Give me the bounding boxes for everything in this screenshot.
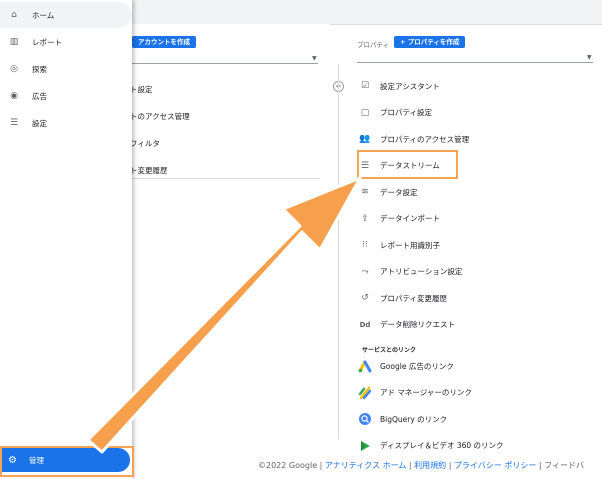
dv360-icon [358, 439, 372, 453]
property-selector[interactable] [357, 62, 593, 63]
home-icon: ⌂ [11, 10, 17, 20]
property-item-label: プロパティ変更履歴 [380, 293, 448, 303]
property-item-data-import[interactable]: ⇪ データインポート [358, 206, 602, 233]
property-item-label: アトリビューション設定 [380, 267, 463, 277]
property-item-label: データ削除リクエスト [380, 320, 455, 330]
footer: ©2022 Google | アナリティクス ホーム | 利用規約 | プライバ… [258, 460, 584, 471]
check-box-icon: ☑ [360, 81, 370, 92]
footer-feedback[interactable]: フィードバ [544, 461, 584, 470]
footer-copyright: ©2022 Google | [258, 461, 323, 470]
list-icon: ☰ [9, 118, 19, 128]
link-label: BigQuery のリンク [380, 414, 448, 424]
link-label: ディスプレイ＆ビデオ 360 のリンク [380, 441, 504, 451]
property-item-label: 設定アシスタント [380, 81, 440, 91]
account-dropdown-icon[interactable]: ▼ [312, 55, 317, 62]
property-item-label: レポート用識別子 [380, 240, 440, 250]
account-item-settings[interactable]: ト設定 [130, 76, 320, 103]
admin-highlight [0, 446, 134, 477]
attribution-icon: ⤳ [361, 266, 369, 277]
identifier-icon: ⁝⁝ [362, 240, 368, 251]
create-property-button[interactable]: + プロパティを作成 [394, 36, 466, 48]
property-item-change-history[interactable]: ↺ プロパティ変更履歴 [358, 285, 602, 312]
property-dropdown-icon[interactable]: ▼ [587, 54, 592, 61]
footer-privacy-link[interactable]: プライバシー ポリシー [454, 461, 536, 470]
link-label: アド マネージャーのリンク [380, 388, 472, 398]
footer-analytics-home-link[interactable]: アナリティクス ホーム [325, 461, 406, 470]
nav-item-label: レポート [32, 37, 62, 47]
nav-item-configure[interactable]: ☰ 設定 [0, 110, 132, 136]
property-item-label: データ設定 [380, 187, 418, 197]
explore-icon: ◎ [10, 64, 18, 74]
property-item-settings[interactable]: ▢ プロパティ設定 [358, 100, 602, 127]
property-item-label: プロパティ設定 [380, 108, 433, 118]
footer-terms-link[interactable]: 利用規約 [414, 461, 446, 470]
property-header-label: プロパティ [357, 41, 390, 49]
nav-item-label: 設定 [32, 118, 47, 128]
nav-item-explore[interactable]: ◎ 探索 [0, 56, 132, 82]
link-google-ads[interactable]: Google 広告のリンク [358, 353, 602, 380]
footer-separator: | [448, 461, 452, 470]
product-links: Google 広告のリンク アド マネージャーのリンク BigQuery のリン… [358, 353, 602, 459]
property-item-setup-assistant[interactable]: ☑ 設定アシスタント [358, 73, 602, 100]
nav-item-reports[interactable]: ▥ レポート [0, 29, 132, 55]
property-item-access[interactable]: 👥 プロパティのアクセス管理 [358, 126, 602, 153]
footer-separator: | [408, 461, 412, 470]
history-icon: ↺ [361, 293, 369, 304]
dd-icon: Dd [359, 320, 371, 329]
people-icon: 👥 [359, 134, 371, 145]
account-item-history[interactable]: ト変更履歴 [130, 157, 320, 184]
column-divider [338, 64, 339, 439]
property-item-data-deletion[interactable]: Dd データ削除リクエスト [358, 312, 602, 339]
ad-manager-icon [358, 386, 372, 400]
upload-icon: ⇪ [361, 213, 369, 224]
navigation-sidebar: ⌂ ホーム ▥ レポート ◎ 探索 ◉ 広告 ☰ 設定 ⚙ 管理 [0, 0, 134, 479]
google-ads-icon [358, 359, 372, 373]
bar-chart-icon: ▥ [9, 37, 19, 47]
nav-item-advertising[interactable]: ◉ 広告 [0, 83, 132, 109]
account-item-access[interactable]: トのアクセス管理 [130, 103, 320, 130]
link-bigquery[interactable]: BigQuery のリンク [358, 406, 602, 433]
property-item-attribution[interactable]: ⤳ アトリビューション設定 [358, 259, 602, 286]
bigquery-icon [358, 412, 372, 426]
property-item-label: プロパティのアクセス管理 [380, 134, 470, 144]
data-streams-highlight [357, 150, 458, 179]
database-icon: ≋ [361, 187, 369, 198]
square-icon: ▢ [360, 107, 370, 118]
nav-item-label: 探索 [32, 64, 47, 74]
link-dv360[interactable]: ディスプレイ＆ビデオ 360 のリンク [358, 433, 602, 460]
nav-item-home[interactable]: ⌂ ホーム [0, 2, 132, 28]
property-item-label: データインポート [380, 214, 440, 224]
ads-icon: ◉ [10, 91, 18, 101]
footer-separator: | [538, 461, 542, 470]
account-menu: ト設定 トのアクセス管理 フィルタ ト変更履歴 [130, 76, 320, 184]
property-item-reporting-identity[interactable]: ⁝⁝ レポート用識別子 [358, 232, 602, 259]
nav-item-label: 広告 [32, 91, 47, 101]
nav-item-label: ホーム [32, 10, 55, 20]
account-selector[interactable] [132, 63, 318, 64]
property-item-data-settings[interactable]: ≋ データ設定 [358, 179, 602, 206]
create-account-button[interactable]: アカウントを作成 [132, 36, 196, 48]
link-label: Google 広告のリンク [380, 361, 454, 371]
property-menu: ☑ 設定アシスタント ▢ プロパティ設定 👥 プロパティのアクセス管理 ☰ デー… [358, 73, 602, 338]
link-ad-manager[interactable]: アド マネージャーのリンク [358, 380, 602, 407]
account-divider [130, 178, 320, 179]
account-item-filters[interactable]: フィルタ [130, 130, 320, 157]
